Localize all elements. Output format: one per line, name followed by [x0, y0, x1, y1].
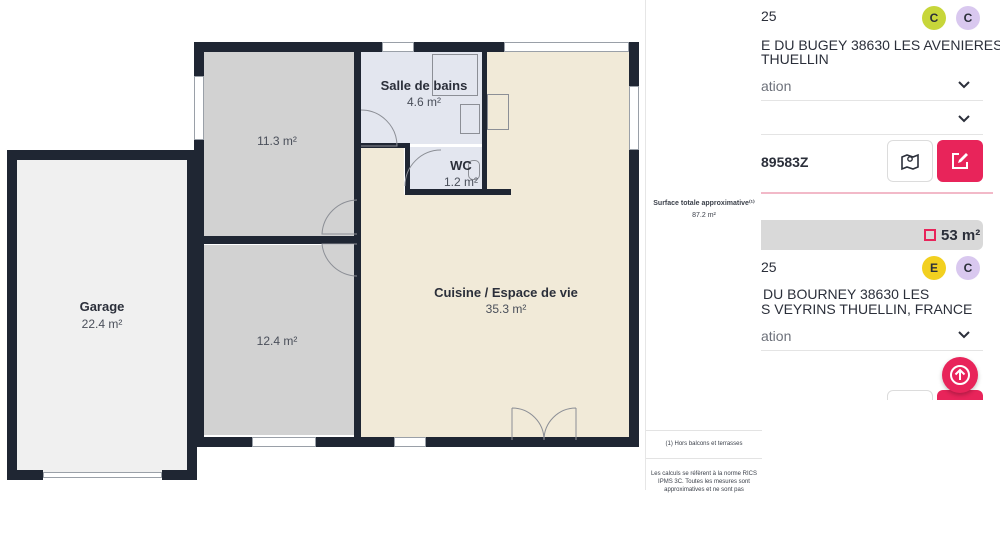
note-line: approximatives et ne sont pas: [664, 487, 744, 493]
bathroom-label: Salle de bains: [380, 78, 468, 93]
ges-badge: C: [956, 6, 980, 30]
chevron-down-icon: [958, 115, 970, 123]
surface-value: 53 m²: [941, 227, 981, 244]
listing-date: 25: [761, 8, 777, 24]
info-dropdown-label: ation: [761, 328, 792, 344]
shower: [487, 94, 509, 130]
door-swings: [321, 109, 577, 441]
floor-plan: Garage 22.4 m² 11.3 m² 12.4 m² Salle de …: [0, 0, 646, 490]
room-bottom-area: 12.4 m²: [256, 334, 298, 348]
edit-icon: [952, 153, 968, 169]
kitchen-label: Cuisine / Espace de vie: [434, 285, 578, 300]
chevron-down-icon: [958, 331, 970, 339]
second-dropdown[interactable]: [761, 104, 983, 135]
scroll-top-button[interactable]: [942, 357, 978, 393]
listing-address: DU BOURNEY 38630 LES: [763, 286, 930, 302]
listing-address-line2: THUELLIN: [761, 51, 829, 67]
surface-summary: Surface totale approximative⁽¹⁾ 87.2 m² …: [645, 0, 762, 493]
listing-panel[interactable]: 25 C C E DU BUGEY 38630 LES AVENIERES TH…: [761, 0, 1000, 400]
listing-reference: 89583Z: [761, 154, 809, 170]
info-dropdown[interactable]: ation: [761, 70, 983, 101]
total-surface-label: Surface totale approximative⁽¹⁾: [653, 200, 755, 207]
listing-date: 25: [761, 259, 777, 275]
wc-label: WC: [450, 158, 472, 173]
divider: [646, 458, 762, 459]
room-top-area: 11.3 m²: [257, 134, 297, 148]
info-dropdown-label: ation: [761, 78, 792, 94]
energy-badge: E: [922, 256, 946, 280]
divider: [646, 430, 762, 431]
arrow-up-icon: [950, 365, 970, 385]
listing-address-line2: S VEYRINS THUELLIN, FRANCE: [761, 301, 973, 317]
edit-button[interactable]: [937, 140, 983, 182]
map-button[interactable]: [887, 390, 933, 400]
map-pin-icon: [901, 153, 919, 171]
chevron-down-icon: [958, 81, 970, 89]
bathroom-area: 4.6 m²: [406, 95, 441, 109]
note-line: IPMS 3C. Toutes les mesures sont: [658, 479, 750, 485]
garage-label: Garage: [79, 299, 125, 314]
listing-card[interactable]: 25 C C E DU BUGEY 38630 LES AVENIERES TH…: [761, 0, 1000, 194]
energy-badge: C: [922, 6, 946, 30]
surface-bar: 53 m²: [761, 220, 983, 250]
info-dropdown[interactable]: ation: [761, 320, 983, 351]
garage-area: 22.4 m²: [81, 317, 123, 331]
kitchen-area: 35.3 m²: [485, 302, 527, 316]
area-icon: [924, 229, 936, 241]
map-button[interactable]: [887, 140, 933, 182]
note-line: Les calculs se réfèrent à la norme RICS: [650, 471, 758, 477]
ges-badge: C: [956, 256, 980, 280]
total-surface-value: 87.2 m²: [692, 212, 716, 219]
footnote: (1) Hors balcons et terrasses: [665, 441, 743, 447]
wc-area: 1.2 m²: [443, 175, 478, 189]
